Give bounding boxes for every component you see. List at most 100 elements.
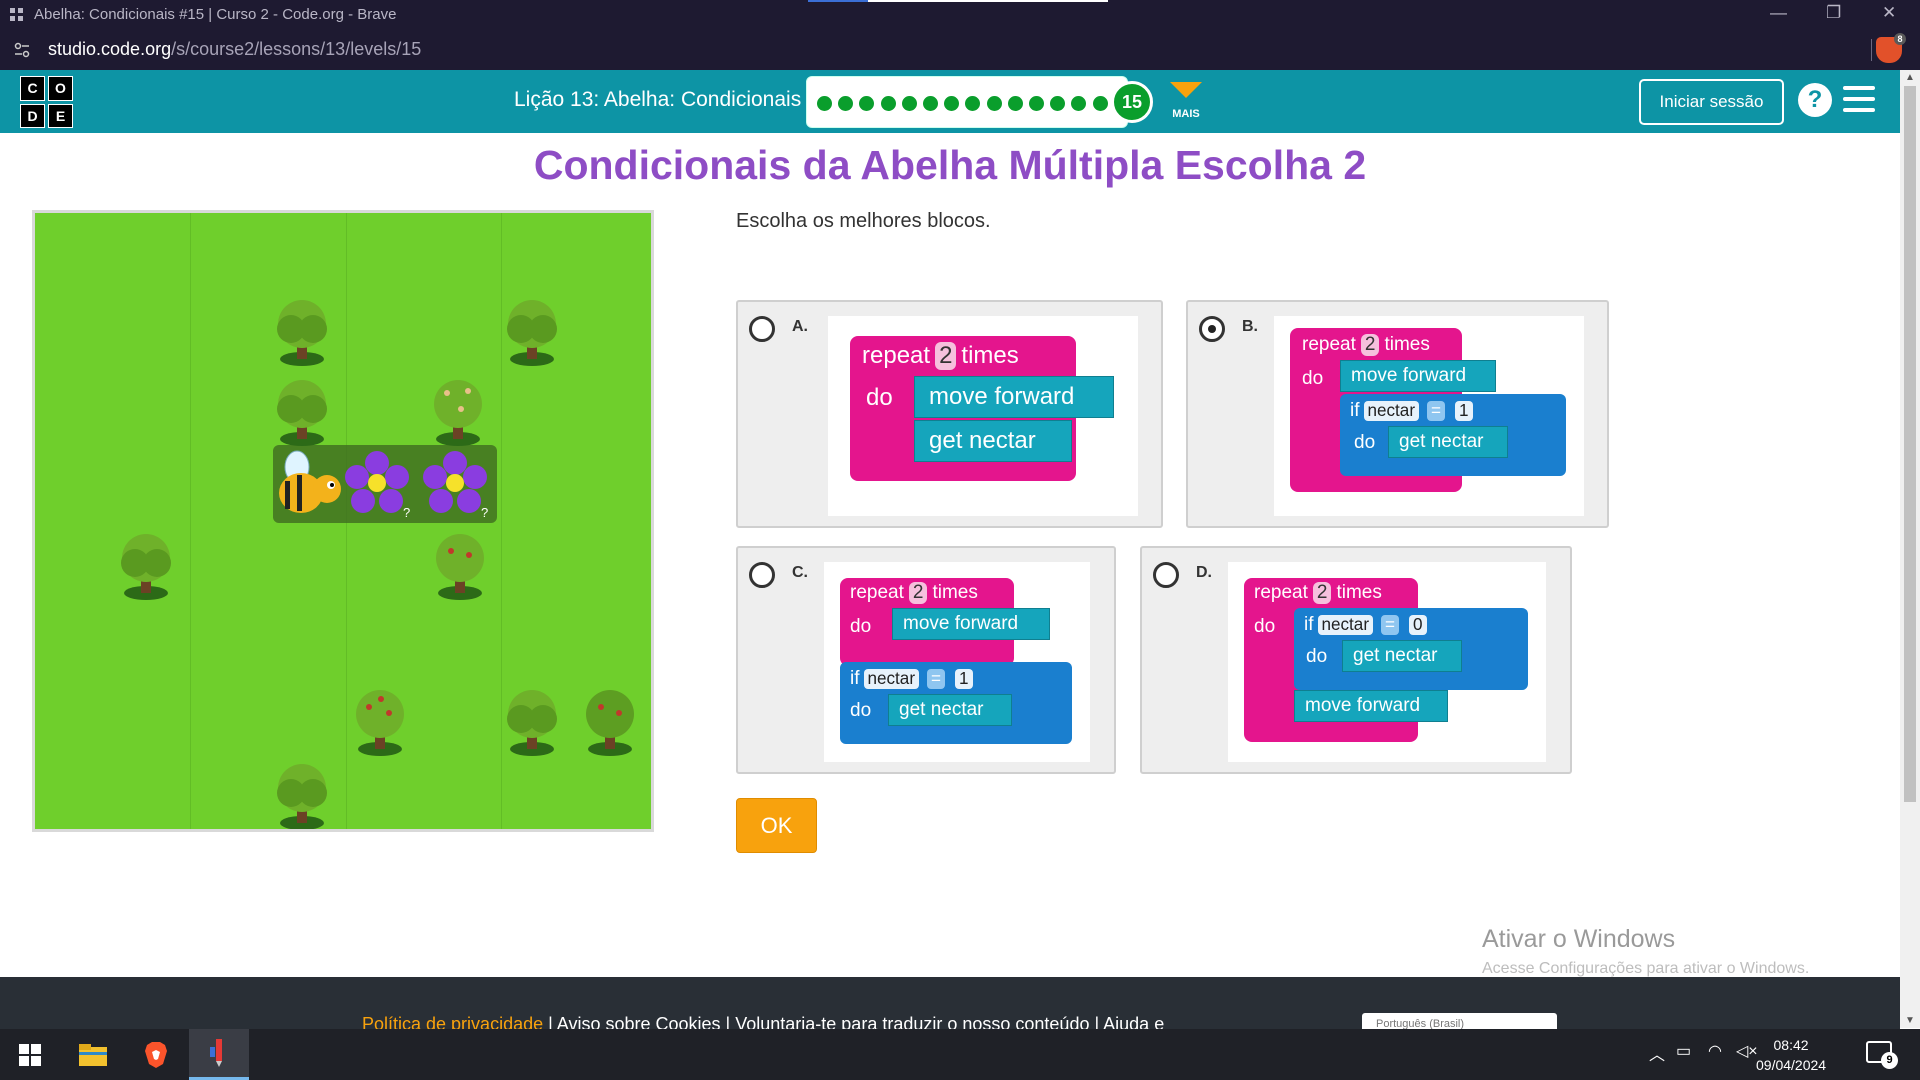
help-icon[interactable]: ?: [1798, 83, 1832, 117]
chevron-down-icon: [1170, 82, 1202, 98]
signin-button[interactable]: Iniciar sessão: [1639, 79, 1784, 125]
option-c-card[interactable]: C. repeat 2 times do move forward if nectar…: [736, 546, 1116, 774]
scrollbar-thumb[interactable]: [1904, 86, 1916, 802]
wifi-icon[interactable]: ◠: [1708, 1041, 1722, 1061]
completed-level-dot[interactable]: [817, 96, 832, 111]
option-a-card[interactable]: A. repeat 2 times do move forward get nect…: [736, 300, 1163, 528]
folder-icon: [79, 1043, 107, 1066]
close-icon[interactable]: ✕: [1882, 3, 1896, 23]
do-label: do: [1302, 368, 1324, 389]
option-d-card[interactable]: D. repeat 2 times do if nectar = 0 do get nec…: [1140, 546, 1572, 774]
option-b-card[interactable]: B. repeat 2 times do move forward if nectar…: [1186, 300, 1609, 528]
notification-count: 9: [1881, 1052, 1898, 1069]
minimize-icon[interactable]: —: [1770, 3, 1787, 23]
if-header: if nectar = 1: [1350, 400, 1473, 422]
completed-level-dot[interactable]: [1071, 96, 1087, 111]
option-d-radio[interactable]: [1153, 562, 1179, 588]
number-field: 1: [1455, 401, 1473, 421]
times-label: times: [932, 582, 978, 603]
brave-shield-icon[interactable]: 8: [1876, 33, 1906, 63]
site-settings-icon[interactable]: [14, 42, 30, 58]
address-bar[interactable]: studio.code.org/s/course2/lessons/13/lev…: [0, 30, 1920, 70]
option-letter: B.: [1242, 318, 1258, 335]
do-label: do: [850, 616, 872, 637]
windows-activation-watermark: Ativar o Windows: [1482, 925, 1676, 953]
option-letter: A.: [792, 318, 808, 335]
nectar-dropdown: nectar: [863, 669, 920, 689]
battery-icon[interactable]: ▭: [1676, 1041, 1691, 1061]
times-label: times: [1336, 582, 1382, 603]
completed-level-dot[interactable]: [880, 96, 896, 111]
completed-level-dot[interactable]: [1050, 96, 1066, 111]
code-image: repeat 2 times do move forward if nectar = 1 …: [1274, 316, 1584, 516]
repeat-label: repeat: [1302, 334, 1356, 355]
tree-icon: [277, 380, 327, 446]
current-level-bubble[interactable]: 15: [1111, 81, 1153, 123]
get-nectar-block: get nectar: [1388, 426, 1508, 458]
if-label: if: [850, 668, 860, 689]
url-host: studio.code.org: [48, 39, 172, 59]
do-label: do: [1306, 646, 1328, 667]
site-header: C O D E Lição 13: Abelha: Condicionais 1…: [0, 70, 1900, 133]
option-c-radio[interactable]: [749, 562, 775, 588]
if-label: if: [1304, 614, 1314, 635]
ok-button[interactable]: OK: [736, 798, 817, 853]
repeat-label: repeat: [1254, 582, 1308, 603]
if-header: if nectar = 1: [850, 668, 973, 690]
times-label: times: [961, 342, 1019, 369]
fruit-tree-icon: [436, 534, 484, 600]
divider: [1871, 39, 1872, 61]
hamburger-menu-icon[interactable]: [1843, 86, 1875, 112]
completed-level-dot[interactable]: [1029, 96, 1044, 111]
level-progress-bar: 15: [806, 76, 1153, 128]
repeat-label: repeat: [862, 342, 931, 369]
clock-time: 08:42: [1773, 1037, 1809, 1053]
logo-letter: O: [48, 76, 73, 101]
active-app-button[interactable]: [189, 1029, 249, 1080]
do-label: do: [850, 700, 872, 721]
completed-level-dot[interactable]: [1092, 96, 1108, 111]
if-header: if nectar = 0: [1304, 614, 1427, 636]
game-visualization: ? ?: [32, 210, 654, 832]
page-scrollbar[interactable]: ▲ ▼: [1900, 70, 1920, 1028]
system-clock[interactable]: 08:42 09/04/2024: [1756, 1035, 1826, 1075]
scroll-down-icon[interactable]: ▼: [1905, 1015, 1915, 1026]
operator-dropdown: =: [927, 669, 945, 689]
completed-level-dot[interactable]: [838, 96, 854, 111]
repeat-header: repeat 2 times: [1302, 334, 1430, 356]
scroll-up-icon[interactable]: ▲: [1905, 72, 1915, 83]
move-forward-block: move forward: [914, 376, 1114, 418]
completed-level-dot[interactable]: [965, 96, 981, 111]
more-levels-toggle[interactable]: MAIS: [1165, 82, 1207, 120]
start-button[interactable]: [0, 1029, 60, 1080]
logo-letter: D: [20, 103, 45, 128]
repeat-count: 2: [908, 582, 928, 604]
completed-level-dot[interactable]: [944, 96, 960, 111]
url-text[interactable]: studio.code.org/s/course2/lessons/13/lev…: [48, 39, 421, 60]
number-field: 1: [955, 669, 973, 689]
code-org-logo[interactable]: C O D E: [20, 76, 73, 128]
volume-muted-icon[interactable]: ◁×: [1736, 1041, 1758, 1061]
code-image: repeat 2 times do move forward get nectar: [828, 316, 1138, 516]
completed-level-dot[interactable]: [923, 96, 938, 111]
option-b-radio[interactable]: [1199, 316, 1225, 342]
brave-browser-button[interactable]: [126, 1029, 186, 1080]
completed-level-dot[interactable]: [1007, 96, 1023, 111]
option-a-radio[interactable]: [749, 316, 775, 342]
window-title-bar: Abelha: Condicionais #15 | Curso 2 - Cod…: [0, 0, 1920, 30]
restore-icon[interactable]: ❐: [1826, 3, 1841, 23]
app-grid-icon: [10, 8, 24, 22]
file-explorer-button[interactable]: [63, 1029, 123, 1080]
notification-icon[interactable]: 9: [1866, 1041, 1898, 1069]
operator-dropdown: =: [1381, 615, 1399, 635]
completed-level-dot[interactable]: [901, 96, 917, 111]
completed-level-dot[interactable]: [986, 96, 1002, 111]
chevron-up-icon[interactable]: ︿: [1649, 1041, 1665, 1065]
tab-indicator-accent: [808, 0, 868, 2]
lesson-title[interactable]: Lição 13: Abelha: Condicionais: [514, 88, 801, 112]
get-nectar-block: get nectar: [888, 694, 1012, 726]
tree-icon: [121, 534, 171, 600]
completed-level-dot[interactable]: [859, 96, 875, 111]
logo-letter: E: [48, 103, 73, 128]
code-image: repeat 2 times do move forward if nectar = 1 …: [824, 562, 1090, 762]
